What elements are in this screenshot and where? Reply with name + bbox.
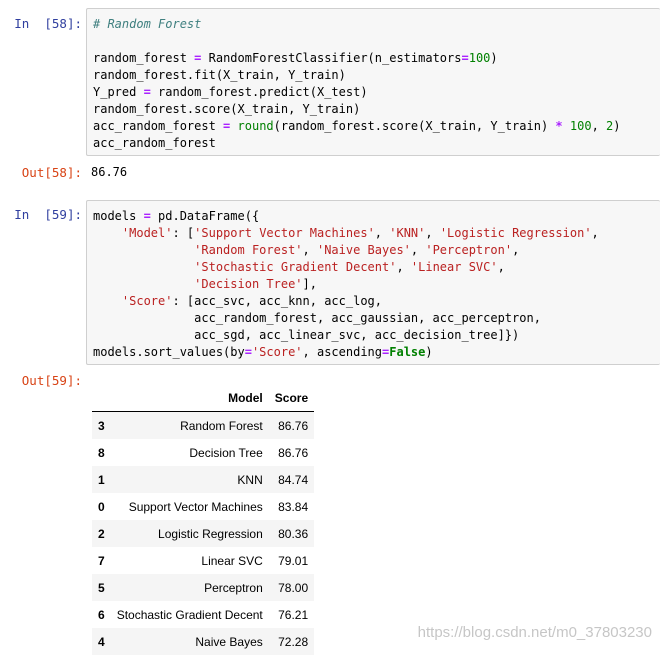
- model-cell: Decision Tree: [189, 445, 263, 460]
- score-cell: 78.00: [278, 580, 309, 595]
- column-header-model: Model: [110, 384, 269, 412]
- row-index: 6: [98, 607, 105, 622]
- code-editor-59[interactable]: models = pd.DataFrame({ 'Model': ['Suppo…: [93, 208, 599, 361]
- row-index: 5: [98, 580, 105, 595]
- model-cell: Random Forest: [180, 418, 263, 433]
- code-cell-59[interactable]: models = pd.DataFrame({ 'Model': ['Suppo…: [86, 200, 660, 365]
- model-cell: Linear SVC: [201, 553, 263, 568]
- column-header-score: Score: [268, 384, 315, 412]
- score-cell: 84.74: [278, 472, 309, 487]
- score-cell: 86.76: [278, 418, 309, 433]
- table-row: 5 Perceptron 78.00: [92, 574, 315, 601]
- model-cell: Perceptron: [204, 580, 263, 595]
- score-cell: 76.21: [278, 607, 309, 622]
- watermark-text: https://blog.csdn.net/m0_37803230: [417, 624, 652, 641]
- table-row: 7 Linear SVC 79.01: [92, 547, 314, 574]
- table-row: 6 Stochastic Gradient Decent 76.21: [92, 601, 314, 628]
- row-index: 3: [98, 418, 105, 433]
- table-row: 8 Decision Tree 86.76: [92, 439, 314, 466]
- table-row: 0 Support Vector Machines 83.84: [92, 493, 314, 520]
- output-prompt-58: Out[58]:: [21, 165, 82, 180]
- output-value-58: 86.76: [91, 165, 128, 179]
- score-cell: 79.01: [278, 553, 309, 568]
- score-cell: 83.84: [278, 499, 309, 514]
- code-cell-58[interactable]: # Random Forest random_forest = RandomFo…: [86, 8, 660, 156]
- table-row: 3 Random Forest 86.76: [92, 411, 315, 439]
- row-index: 8: [98, 445, 105, 460]
- output-prompt-59: Out[59]:: [21, 373, 82, 388]
- results-dataframe: Model Score 3 Random Forest 86.76 8 Decisio…: [92, 384, 315, 655]
- model-cell: Logistic Regression: [158, 526, 263, 541]
- model-cell: Support Vector Machines: [128, 499, 263, 514]
- table-row: 1 KNN 84.74: [92, 466, 315, 493]
- row-index: 1: [98, 472, 105, 487]
- code-editor-58[interactable]: # Random Forest random_forest = RandomFo…: [93, 16, 620, 152]
- score-cell: 80.36: [278, 526, 309, 541]
- code-comment: # Random Forest: [93, 17, 202, 31]
- row-index: 7: [98, 553, 105, 568]
- row-index: 0: [98, 499, 105, 514]
- table-row: 2 Logistic Regression 80.36: [92, 520, 315, 547]
- score-cell: 86.76: [278, 445, 309, 460]
- model-cell: Stochastic Gradient Decent: [116, 607, 263, 622]
- index-header: [92, 384, 111, 412]
- table-header-row: Model Score: [92, 384, 315, 412]
- model-cell: KNN: [237, 472, 263, 487]
- row-index: 2: [98, 526, 105, 541]
- input-prompt-59: In [59]:: [14, 207, 82, 222]
- input-prompt-58: In [58]:: [14, 16, 82, 31]
